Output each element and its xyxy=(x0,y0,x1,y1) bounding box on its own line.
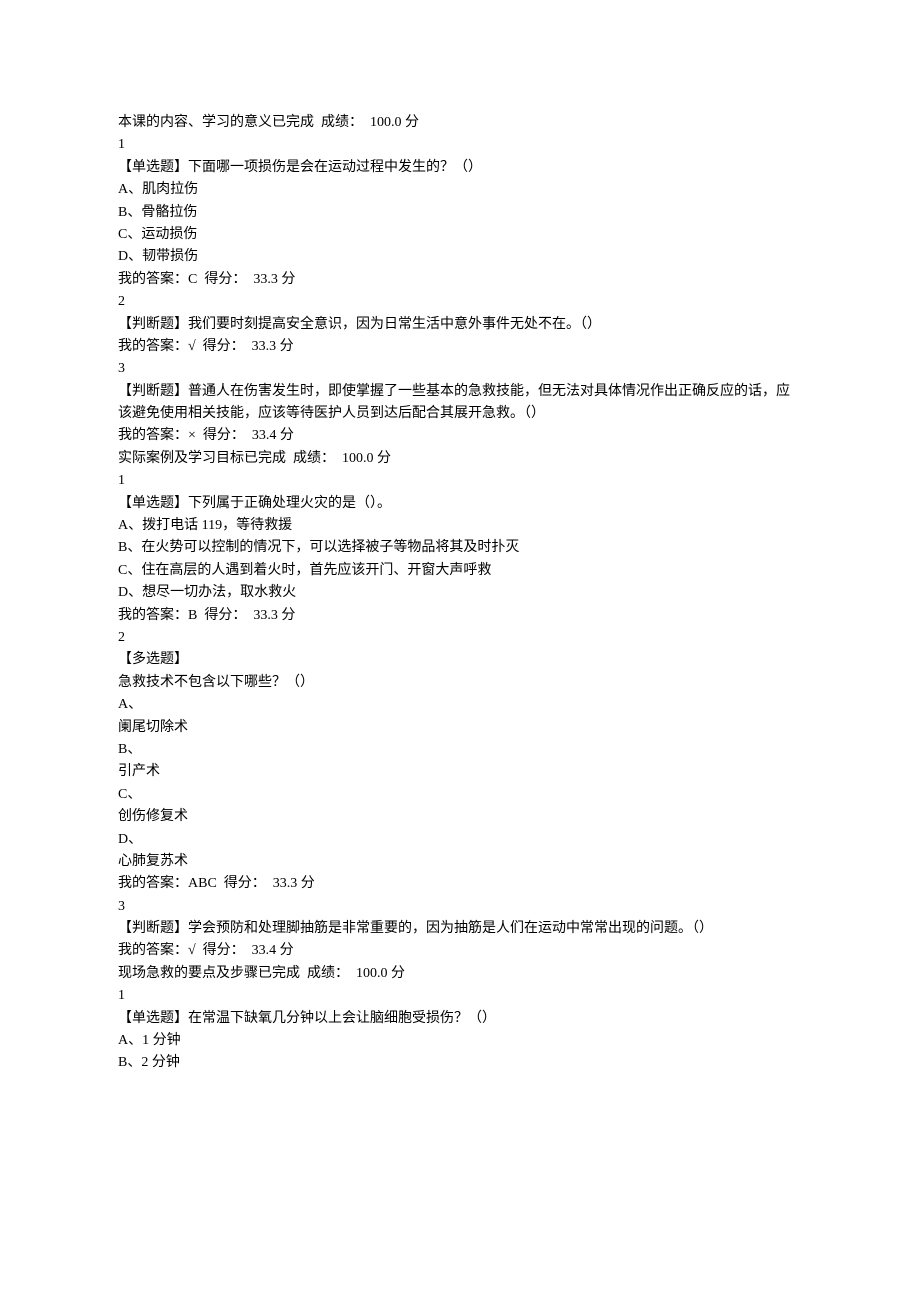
question-number: 1 xyxy=(118,134,802,156)
question-option: 阑尾切除术 xyxy=(118,717,802,739)
question-option: D、 xyxy=(118,829,802,851)
section-header: 现场急救的要点及步骤已完成 成绩： 100.0 分 xyxy=(118,963,802,985)
answer-line: 我的答案：× 得分： 33.4 分 xyxy=(118,425,802,447)
question-prompt: 【判断题】学会预防和处理脚抽筋是非常重要的，因为抽筋是人们在运动中常常出现的问题… xyxy=(118,918,802,940)
question-option: A、拨打电话 119，等待救援 xyxy=(118,515,802,537)
question-number: 1 xyxy=(118,985,802,1007)
question-option: A、 xyxy=(118,694,802,716)
question-number: 3 xyxy=(118,358,802,380)
section-header: 本课的内容、学习的意义已完成 成绩： 100.0 分 xyxy=(118,112,802,134)
question-option: 引产术 xyxy=(118,761,802,783)
document-page: 本课的内容、学习的意义已完成 成绩： 100.0 分 1 【单选题】下面哪一项损… xyxy=(0,0,920,1302)
answer-line: 我的答案：B 得分： 33.3 分 xyxy=(118,605,802,627)
question-prompt: 【多选题】 xyxy=(118,649,802,671)
question-option: B、在火势可以控制的情况下，可以选择被子等物品将其及时扑灭 xyxy=(118,537,802,559)
question-prompt: 【单选题】在常温下缺氧几分钟以上会让脑细胞受损伤？（） xyxy=(118,1008,802,1030)
question-option: B、2 分钟 xyxy=(118,1052,802,1074)
question-option: 创伤修复术 xyxy=(118,806,802,828)
question-option: C、住在高层的人遇到着火时，首先应该开门、开窗大声呼救 xyxy=(118,560,802,582)
question-option: B、 xyxy=(118,739,802,761)
question-prompt: 【单选题】下列属于正确处理火灾的是（）。 xyxy=(118,493,802,515)
question-option: C、 xyxy=(118,784,802,806)
question-option: A、1 分钟 xyxy=(118,1030,802,1052)
question-prompt: 急救技术不包含以下哪些？（） xyxy=(118,672,802,694)
section-header: 实际案例及学习目标已完成 成绩： 100.0 分 xyxy=(118,448,802,470)
question-prompt: 【单选题】下面哪一项损伤是会在运动过程中发生的？（） xyxy=(118,157,802,179)
question-option: D、韧带损伤 xyxy=(118,246,802,268)
question-option: D、想尽一切办法，取水救火 xyxy=(118,582,802,604)
question-number: 2 xyxy=(118,627,802,649)
question-prompt: 【判断题】我们要时刻提高安全意识，因为日常生活中意外事件无处不在。（） xyxy=(118,314,802,336)
question-option: C、运动损伤 xyxy=(118,224,802,246)
answer-line: 我的答案：C 得分： 33.3 分 xyxy=(118,269,802,291)
question-option: A、肌肉拉伤 xyxy=(118,179,802,201)
answer-line: 我的答案：√ 得分： 33.4 分 xyxy=(118,940,802,962)
question-prompt: 【判断题】普通人在伤害发生时，即使掌握了一些基本的急救技能，但无法对具体情况作出… xyxy=(118,381,802,426)
question-number: 3 xyxy=(118,896,802,918)
question-number: 1 xyxy=(118,470,802,492)
answer-line: 我的答案：ABC 得分： 33.3 分 xyxy=(118,873,802,895)
question-option: B、骨骼拉伤 xyxy=(118,202,802,224)
answer-line: 我的答案：√ 得分： 33.3 分 xyxy=(118,336,802,358)
question-number: 2 xyxy=(118,291,802,313)
question-option: 心肺复苏术 xyxy=(118,851,802,873)
